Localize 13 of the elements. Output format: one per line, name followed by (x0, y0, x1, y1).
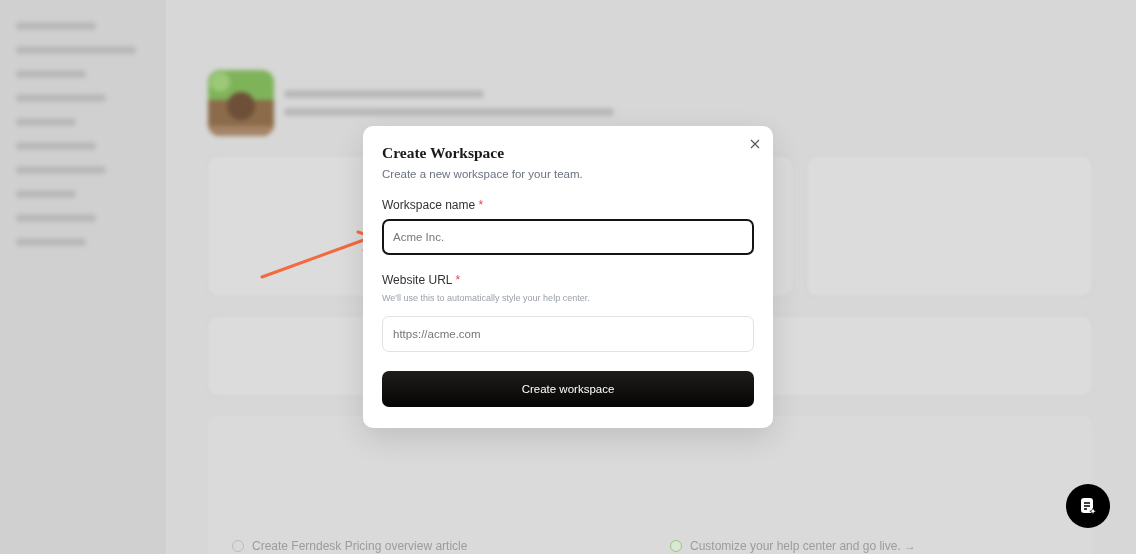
close-icon (749, 138, 761, 150)
task-label: Customize your help center and go live. → (690, 539, 917, 553)
dialog-title: Create Workspace (382, 144, 506, 162)
field-label: Workspace name * (382, 198, 485, 212)
task-label: Create Ferndesk Pricing overview article (252, 539, 468, 553)
dialog-subtitle: Create a new workspace for your team. (382, 168, 584, 180)
close-button[interactable] (749, 138, 761, 150)
create-button[interactable]: Create workspace (382, 371, 754, 407)
field-label: Website URL * (382, 273, 462, 287)
field-hint: We'll use this to automatically style your help center. (382, 293, 591, 303)
input-field[interactable]: Acme Inc. (382, 219, 754, 255)
document-sparkle-icon (1078, 496, 1098, 516)
assistant-button[interactable] (1066, 484, 1110, 528)
